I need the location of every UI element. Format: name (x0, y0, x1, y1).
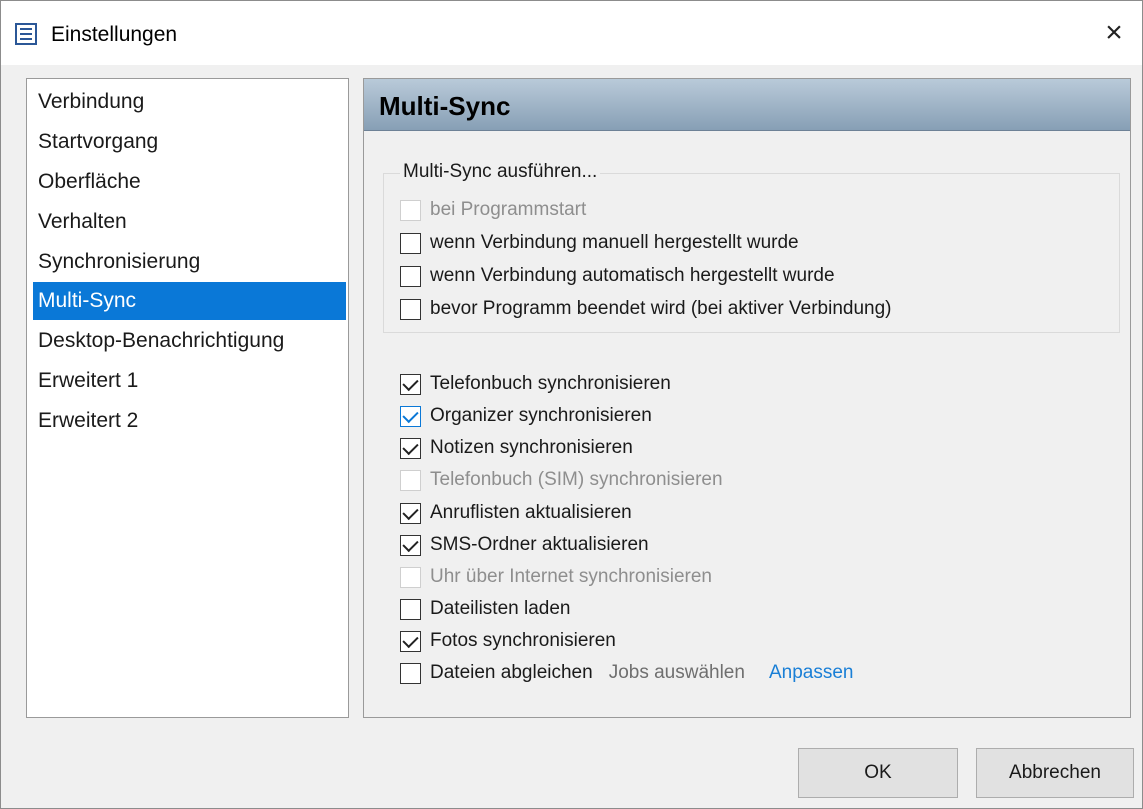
checkbox[interactable] (400, 598, 421, 620)
settings-dialog: Einstellungen × Verbindung Startvorgang … (0, 0, 1143, 809)
panel-title: Multi-Sync (379, 91, 511, 121)
checkbox[interactable] (400, 437, 421, 459)
title-bar[interactable]: Einstellungen × (1, 1, 1142, 65)
checkbox[interactable] (400, 502, 421, 524)
nav-item-verhalten[interactable]: Verhalten (33, 203, 346, 241)
option-verbindung-manuell[interactable]: wenn Verbindung manuell hergestellt wurd… (400, 228, 799, 258)
close-icon[interactable]: × (1086, 1, 1142, 65)
checkbox[interactable] (400, 630, 421, 652)
option-label: Telefonbuch (SIM) synchronisieren (430, 469, 723, 490)
option-label: wenn Verbindung automatisch hergestellt … (430, 265, 835, 286)
option-dateilisten[interactable]: Dateilisten laden (400, 594, 570, 624)
option-label: bei Programmstart (430, 199, 587, 220)
checkbox[interactable] (400, 298, 421, 320)
settings-panel: Multi-Sync Multi-Sync ausführen... bei P… (363, 78, 1131, 718)
option-organizer-sync[interactable]: Organizer synchronisieren (400, 401, 652, 431)
cancel-button[interactable]: Abbrechen (976, 748, 1134, 798)
option-sms-ordner[interactable]: SMS-Ordner aktualisieren (400, 530, 649, 560)
checkbox[interactable] (400, 232, 421, 254)
nav-item-multi-sync[interactable]: Multi-Sync (33, 282, 346, 320)
ok-button[interactable]: OK (798, 748, 958, 798)
option-uhr-internet[interactable]: Uhr über Internet synchronisieren (400, 562, 712, 592)
option-label: Organizer synchronisieren (430, 405, 652, 426)
option-label: wenn Verbindung manuell hergestellt wurd… (430, 232, 799, 253)
option-label: Dateilisten laden (430, 598, 571, 619)
anpassen-link[interactable]: Anpassen (769, 662, 854, 684)
checkbox[interactable] (400, 373, 421, 395)
checkbox[interactable] (400, 265, 421, 287)
nav-item-erweitert-2[interactable]: Erweitert 2 (33, 402, 346, 440)
settings-nav-list[interactable]: Verbindung Startvorgang Oberfläche Verha… (26, 78, 349, 718)
option-label: Uhr über Internet synchronisieren (430, 566, 712, 587)
nav-item-erweitert-1[interactable]: Erweitert 1 (33, 362, 346, 400)
option-fotos-sync[interactable]: Fotos synchronisieren (400, 626, 616, 656)
checkbox[interactable] (400, 534, 421, 556)
option-bei-programmstart[interactable]: bei Programmstart (400, 195, 586, 225)
panel-body: Multi-Sync ausführen... bei Programmstar… (364, 131, 1130, 717)
panel-header: Multi-Sync (364, 79, 1130, 131)
window-title: Einstellungen (51, 23, 178, 46)
checkbox[interactable] (400, 199, 421, 221)
jobs-auswaehlen-label: Jobs auswählen (608, 662, 745, 683)
option-dateien-abgleichen[interactable]: Dateien abgleichen Jobs auswählen Anpass… (400, 658, 853, 688)
option-anruflisten[interactable]: Anruflisten aktualisieren (400, 498, 632, 528)
option-verbindung-automatisch[interactable]: wenn Verbindung automatisch hergestellt … (400, 261, 835, 291)
checkbox[interactable] (400, 566, 421, 588)
nav-item-verbindung[interactable]: Verbindung (33, 83, 346, 121)
option-label: Anruflisten aktualisieren (430, 502, 632, 523)
checkbox[interactable] (400, 469, 421, 491)
option-bevor-programm-beendet[interactable]: bevor Programm beendet wird (bei aktiver… (400, 294, 892, 324)
option-label: SMS-Ordner aktualisieren (430, 534, 649, 555)
nav-item-startvorgang[interactable]: Startvorgang (33, 123, 346, 161)
nav-item-oberflaeche[interactable]: Oberfläche (33, 163, 346, 201)
option-telefonbuch-sim-sync[interactable]: Telefonbuch (SIM) synchronisieren (400, 465, 723, 495)
option-label: Notizen synchronisieren (430, 437, 633, 458)
checkbox[interactable] (400, 405, 421, 427)
nav-item-synchronisierung[interactable]: Synchronisierung (33, 243, 346, 281)
option-label: Telefonbuch synchronisieren (430, 373, 671, 394)
option-notizen-sync[interactable]: Notizen synchronisieren (400, 433, 633, 463)
option-label: Dateien abgleichen (430, 662, 593, 683)
option-label: Fotos synchronisieren (430, 630, 616, 651)
nav-item-desktop-benachrichtigung[interactable]: Desktop-Benachrichtigung (33, 322, 346, 360)
option-label: bevor Programm beendet wird (bei aktiver… (430, 298, 892, 319)
checkbox[interactable] (400, 662, 421, 684)
group-legend: Multi-Sync ausführen... (400, 161, 601, 183)
option-telefonbuch-sync[interactable]: Telefonbuch synchronisieren (400, 369, 671, 399)
settings-list-icon (15, 23, 37, 45)
